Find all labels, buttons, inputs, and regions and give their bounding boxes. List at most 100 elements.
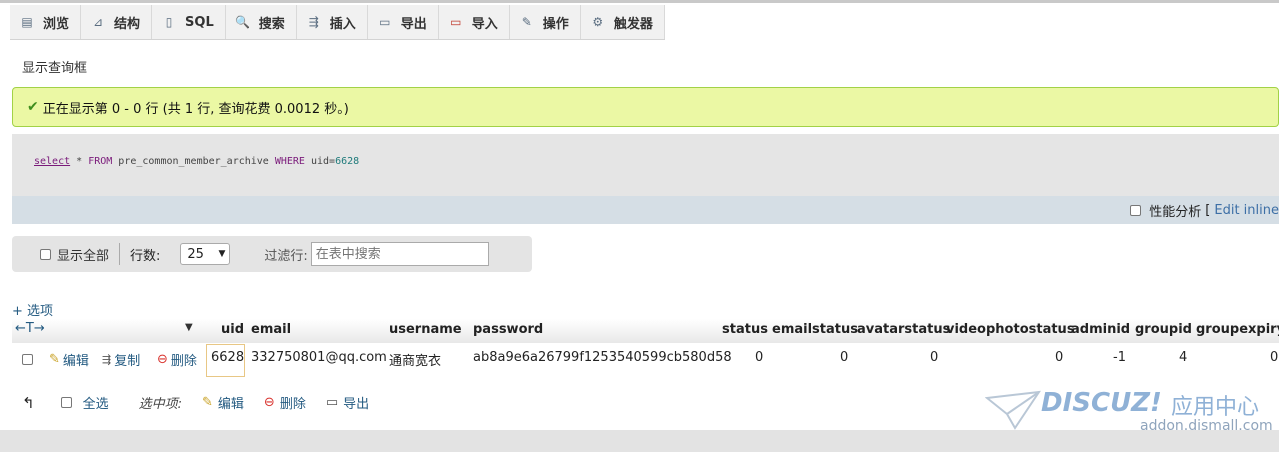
tab-label: 导入 [471,16,498,32]
sql-toolbar [12,196,1279,224]
tab-browse[interactable]: ▤ 浏览 [10,5,82,39]
pencil-icon: ✎ [49,352,60,367]
tab-import[interactable]: ▭ 导入 [439,5,510,39]
col-adminid[interactable]: adminid [1071,322,1130,337]
bracket: [ [1205,203,1211,218]
tab-label: 结构 [114,16,141,32]
divider [119,243,121,265]
filter-input[interactable] [310,242,489,266]
tab-label: 浏览 [43,16,70,32]
select-all-label: 全选 [82,397,109,412]
structure-icon: ⊿ [92,15,104,29]
bulk-edit-button[interactable]: ✎ 编辑 [202,393,244,412]
row-delete-button[interactable]: ⊖ 删除 [157,350,197,369]
sql-where: WHERE [274,156,305,167]
tab-label: 触发器 [613,16,653,32]
browse-icon: ▤ [21,15,33,29]
col-videophotostatus[interactable]: videophotostatus [946,322,1075,337]
tab-label: 导出 [400,16,427,32]
col-email[interactable]: email [251,322,291,337]
rows-value: 25 [187,246,204,262]
profiling-label: 性能分析 [1149,205,1202,220]
col-uid[interactable]: uid [221,322,244,337]
pencil-icon: ✎ [201,395,213,410]
sql-from: FROM [88,156,113,167]
table-header: ←T→ ▼ uid email username password status… [12,319,1279,343]
bulk-delete-button[interactable]: ⊖ 删除 [264,393,306,412]
show-all-toggle[interactable]: 显示全部 [40,245,109,264]
search-icon: 🔍 [235,15,251,29]
import-icon: ▭ [450,15,462,29]
cell-uid[interactable]: 6628 [211,350,244,365]
sql-query-box: select * FROM pre_common_member_archive … [12,134,1279,196]
tab-operations[interactable]: ✎ 操作 [510,5,581,39]
cell-status[interactable]: 0 [755,350,763,365]
sql-star: * [70,156,89,167]
row-edit-button[interactable]: ✎ 编辑 [49,350,89,369]
tab-label: 操作 [542,16,569,32]
edit-inline-link[interactable]: Edit inline [1214,203,1279,218]
profiling-checkbox[interactable] [1130,205,1142,216]
wrench-icon: ✎ [521,15,532,29]
cell-videophotostatus[interactable]: 0 [1055,350,1063,365]
profiling-box: 性能分析 [ Edit inline [1130,201,1279,220]
sql-select[interactable]: select [34,156,70,167]
tab-export[interactable]: ▭ 导出 [368,5,439,39]
tab-sql[interactable]: ▯ SQL [152,5,226,39]
cell-adminid[interactable]: -1 [1113,350,1126,365]
sort-dropdown-icon[interactable]: ▼ [185,322,193,333]
sql-query: select * FROM pre_common_member_archive … [34,156,359,167]
cell-groupid[interactable]: 4 [1179,350,1187,365]
rows-select[interactable]: 25 ▼ [180,243,231,265]
col-username[interactable]: username [389,322,462,337]
success-message: ✔ 正在显示第 0 - 0 行 (共 1 行, 查询花费 0.0012 秒。) [12,87,1279,127]
row-checkbox[interactable] [22,354,33,365]
tab-bar: ▤ 浏览 ⊿ 结构 ▯ SQL 🔍 搜索 ⇶ 插入 ▭ 导出 ▭ 导入 ✎ 操作 ⚙ 触发器 [10,5,665,40]
select-all-checkbox[interactable] [60,397,72,408]
bulk-export-button[interactable]: ▭ 导出 [326,393,369,412]
column-nav-arrows[interactable]: ←T→ [15,321,45,336]
cell-emailstatus[interactable]: 0 [840,350,848,365]
tab-structure[interactable]: ⊿ 结构 [81,5,153,39]
show-all-checkbox[interactable] [40,248,51,260]
watermark: DISCUZ! 应用中心 addon.dismall.com [985,388,1275,434]
paper-plane-icon [985,390,1041,430]
tab-search[interactable]: 🔍 搜索 [226,5,297,39]
cell-avatarstatus[interactable]: 0 [930,350,938,365]
cell-email[interactable]: 332750801@qq.com [251,350,387,365]
cell-password[interactable]: ab8a9e6a26799f1253540599cb580d58 [473,350,732,365]
check-icon: ✔ [27,99,39,115]
watermark-cn: 应用中心 [1171,395,1260,420]
bulk-edit-label: 编辑 [217,397,244,412]
tab-insert[interactable]: ⇶ 插入 [297,5,368,39]
col-groupexpiry[interactable]: groupexpiry [1196,322,1279,337]
bulk-actions: ↰ 全选 选中项: ✎ 编辑 ⊖ 删除 ▭ 导出 [12,393,369,413]
sql-table: pre_common_member_archive [112,156,275,167]
export-icon: ▭ [325,395,339,410]
tab-triggers[interactable]: ⚙ 触发器 [581,5,665,39]
bulk-export-label: 导出 [343,397,370,412]
selected-label: 选中项: [138,397,182,412]
sql-cond: uid= [304,156,336,167]
insert-icon: ⇶ [308,15,319,29]
select-all-toggle[interactable]: 全选 [60,393,109,412]
col-avatarstatus[interactable]: avatarstatus [857,322,950,337]
delete-label: 删除 [170,354,197,369]
col-password[interactable]: password [473,322,543,337]
cell-groupexpiry[interactable]: 0 [1270,350,1278,365]
row-copy-button[interactable]: ⇶ 复制 [102,350,140,369]
copy-icon: ⇶ [102,353,112,366]
bulk-delete-label: 删除 [279,397,306,412]
col-emailstatus[interactable]: emailstatus [772,322,858,337]
cell-username[interactable]: 通商宽衣 [389,350,441,369]
show-all-label: 显示全部 [57,248,110,264]
options-link[interactable]: + 选项 [12,300,53,319]
success-text: 正在显示第 0 - 0 行 (共 1 行, 查询花费 0.0012 秒。) [42,101,349,117]
delete-icon: ⊖ [263,395,275,410]
show-query-box-link[interactable]: 显示查询框 [22,57,87,76]
edit-label: 编辑 [62,354,89,369]
col-groupid[interactable]: groupid [1135,322,1192,337]
navigation-box: 显示全部 行数: 25 ▼ 过滤行: [12,236,532,272]
top-border [0,0,1279,3]
col-status[interactable]: status [722,322,768,337]
